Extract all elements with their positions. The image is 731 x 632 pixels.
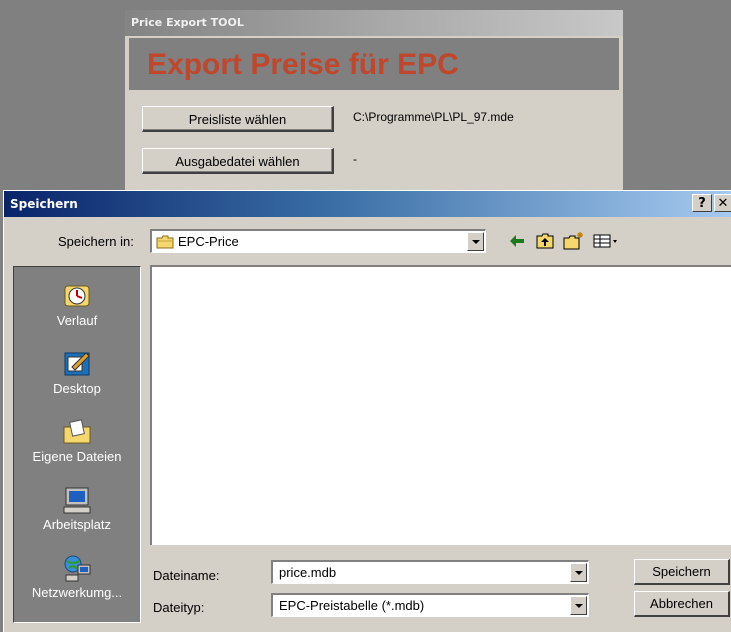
choose-pricelist-button[interactable]: Preisliste wählen [142,106,334,132]
up-folder-icon[interactable] [534,231,556,251]
places-label-my-documents: Eigene Dateien [32,449,122,464]
my-documents-icon [63,419,91,444]
places-item-network[interactable]: Netzwerkumg... [14,547,140,617]
save-in-dropdown[interactable]: EPC-Price [150,229,486,253]
view-menu-icon[interactable] [592,231,620,251]
new-folder-icon[interactable] [562,231,584,251]
back-icon[interactable] [506,231,528,251]
filename-dropdown-arrow-icon[interactable] [570,563,587,582]
choose-output-button[interactable]: Ausgabedatei wählen [142,148,334,174]
save-dialog: Speichern ? ✕ Speichern in: EPC-Price Ve… [3,190,731,632]
app-header-title: Export Preise für EPC [147,48,459,81]
help-button[interactable]: ? [692,194,712,212]
close-button[interactable]: ✕ [714,194,731,212]
places-item-my-documents[interactable]: Eigene Dateien [14,411,140,481]
dialog-title: Speichern [10,197,78,211]
places-label-my-computer: Arbeitsplatz [43,517,111,532]
filename-label: Dateiname: [153,568,220,583]
app-header-banner: Export Preise für EPC [129,38,619,90]
dialog-titlebar[interactable]: Speichern ? ✕ [4,191,731,217]
places-item-my-computer[interactable]: Arbeitsplatz [14,479,140,549]
places-label-desktop: Desktop [53,381,101,396]
output-path: - [353,152,357,166]
cancel-button[interactable]: Abbrechen [634,591,730,617]
save-button[interactable]: Speichern [634,559,730,585]
places-label-history: Verlauf [56,313,98,328]
chevron-down-icon[interactable] [467,232,484,251]
history-icon [64,285,90,307]
file-list[interactable] [150,265,731,545]
places-bar: Verlauf Desktop Eigene Dateien Arbeitspl… [13,266,141,623]
app-titlebar: Price Export TOOL [125,10,623,36]
filetype-dropdown[interactable]: EPC-Preistabelle (*.mdb) [271,593,589,617]
save-in-label: Speichern in: [58,234,134,249]
places-label-network: Netzwerkumg... [31,585,123,600]
filetype-label: Dateityp: [153,600,205,615]
my-computer-icon [63,487,91,514]
folder-icon [156,235,174,249]
pricelist-path: C:\Programme\PL\PL_97.mde [353,110,514,124]
places-item-desktop[interactable]: Desktop [14,343,140,413]
filename-value: price.mdb [279,565,337,580]
app-window: Price Export TOOL Export Preise für EPC … [125,10,623,190]
desktop-icon [64,352,90,376]
filetype-value: EPC-Preistabelle (*.mdb) [279,598,425,613]
places-item-history[interactable]: Verlauf [14,275,140,345]
network-icon [64,555,91,582]
save-in-value: EPC-Price [178,234,239,249]
filename-input[interactable]: price.mdb [271,560,589,584]
filetype-dropdown-arrow-icon[interactable] [570,596,587,615]
